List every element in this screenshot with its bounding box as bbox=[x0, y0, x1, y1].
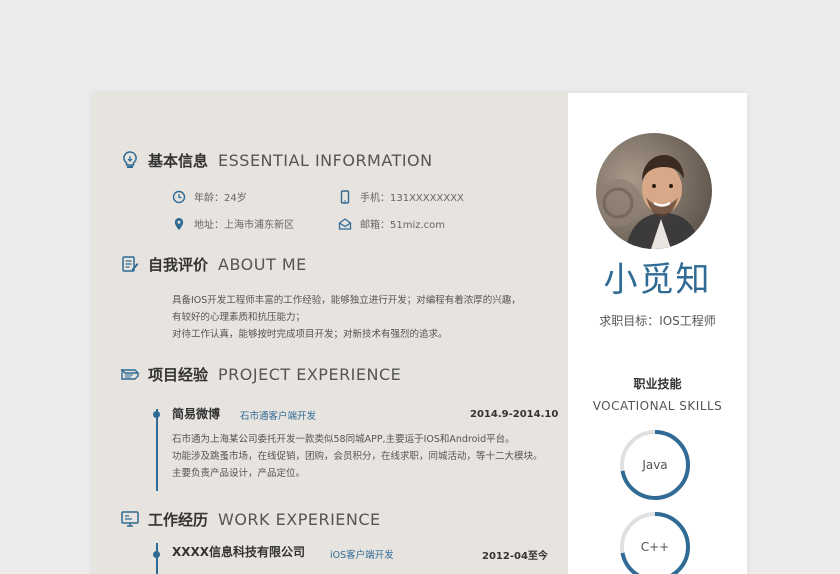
project-date: 2014.9-2014.10 bbox=[470, 409, 559, 420]
address-text: 地址：上海市浦东新区 bbox=[194, 220, 294, 231]
email-text: 邮箱：51miz.com bbox=[360, 220, 446, 231]
project-line: 功能涉及跳蚤市场，在线促销，团购，会员积分，在线求职，同城活动，等十二大模块。 bbox=[172, 451, 543, 462]
right-panel: 小觅知 求职目标：IOS工程师 职业技能 VOCATIONAL SKILLS J… bbox=[568, 93, 747, 574]
address-info: 地址：上海市浦东新区 bbox=[172, 216, 294, 231]
work-role: iOS客户端开发 bbox=[330, 550, 394, 561]
age-info: 年龄：24岁 bbox=[172, 189, 247, 204]
document-edit-icon bbox=[122, 256, 139, 272]
about-line: 对待工作认真，能够按时完成项目开发；对新技术有强烈的追求。 bbox=[172, 329, 448, 340]
section-work: 工作经历 WORK EXPERIENCE bbox=[120, 508, 381, 530]
section-title-cn: 基本信息 bbox=[148, 151, 209, 170]
skills-title-en: VOCATIONAL SKILLS bbox=[592, 399, 723, 413]
timeline-line bbox=[156, 543, 158, 574]
section-title-en: WORK EXPERIENCE bbox=[218, 509, 381, 529]
bulb-icon bbox=[123, 151, 137, 168]
section-title-cn: 自我评价 bbox=[148, 255, 209, 274]
resume-page: 基本信息 ESSENTIAL INFORMATION 年龄：24岁 手机：131… bbox=[92, 93, 747, 574]
left-panel: 基本信息 ESSENTIAL INFORMATION 年龄：24岁 手机：131… bbox=[92, 93, 568, 574]
skill-ring-java: Java bbox=[619, 429, 691, 501]
skill-label: Java bbox=[642, 458, 668, 472]
project-line: 主要负责产品设计，产品定位。 bbox=[172, 468, 306, 479]
age-text: 年龄：24岁 bbox=[194, 193, 247, 204]
section-title-en: PROJECT EXPERIENCE bbox=[218, 364, 402, 384]
section-title-cn: 项目经验 bbox=[148, 365, 209, 384]
location-icon bbox=[174, 217, 184, 230]
mail-icon bbox=[338, 217, 352, 230]
clock-icon bbox=[172, 190, 186, 203]
section-basic-info: 基本信息 ESSENTIAL INFORMATION bbox=[120, 149, 433, 171]
email-info: 邮箱：51miz.com bbox=[338, 216, 445, 231]
phone-icon bbox=[340, 189, 350, 204]
computer-icon bbox=[121, 511, 139, 527]
company-name: XXXX信息科技有限公司 bbox=[172, 545, 306, 559]
books-icon bbox=[120, 369, 140, 380]
about-line: 具备IOS开发工程师丰富的工作经验，能够独立进行开发；对编程有着浓厚的兴趣， bbox=[172, 295, 521, 306]
skill-label: C++ bbox=[640, 540, 670, 554]
career-goal: 求职目标：IOS工程师 bbox=[599, 314, 716, 328]
skill-ring-cpp: C++ bbox=[619, 511, 691, 574]
person-name: 小觅知 bbox=[603, 260, 712, 300]
phone-info: 手机：131XXXXXXXX bbox=[338, 189, 464, 204]
section-title-en: ABOUT ME bbox=[218, 254, 307, 274]
timeline-dot bbox=[153, 551, 160, 558]
project-description: 石市通为上海某公司委托开发一款类似58同城APP,主要运于IOS和Android… bbox=[172, 431, 552, 482]
about-paragraph: 具备IOS开发工程师丰富的工作经验，能够独立进行开发；对编程有着浓厚的兴趣， 有… bbox=[172, 292, 552, 343]
section-project: 项目经验 PROJECT EXPERIENCE bbox=[120, 363, 401, 385]
timeline-line bbox=[156, 409, 158, 491]
avatar bbox=[596, 133, 712, 249]
project-line: 石市通为上海某公司委托开发一款类似58同城APP,主要运于IOS和Android… bbox=[172, 434, 515, 445]
section-title-en: ESSENTIAL INFORMATION bbox=[218, 150, 433, 170]
project-role: 石市通客户端开发 bbox=[240, 411, 317, 422]
phone-text: 手机：131XXXXXXXX bbox=[360, 193, 464, 204]
section-title-cn: 工作经历 bbox=[148, 510, 209, 529]
timeline-dot bbox=[153, 411, 160, 418]
about-line: 有较好的心理素质和抗压能力； bbox=[172, 312, 306, 323]
avatar-photo bbox=[596, 133, 712, 249]
work-date: 2012-04至今 bbox=[482, 551, 548, 562]
section-about-me: 自我评价 ABOUT ME bbox=[120, 253, 307, 275]
skills-title-cn: 职业技能 bbox=[633, 377, 682, 391]
project-name: 简易微博 bbox=[172, 407, 221, 421]
